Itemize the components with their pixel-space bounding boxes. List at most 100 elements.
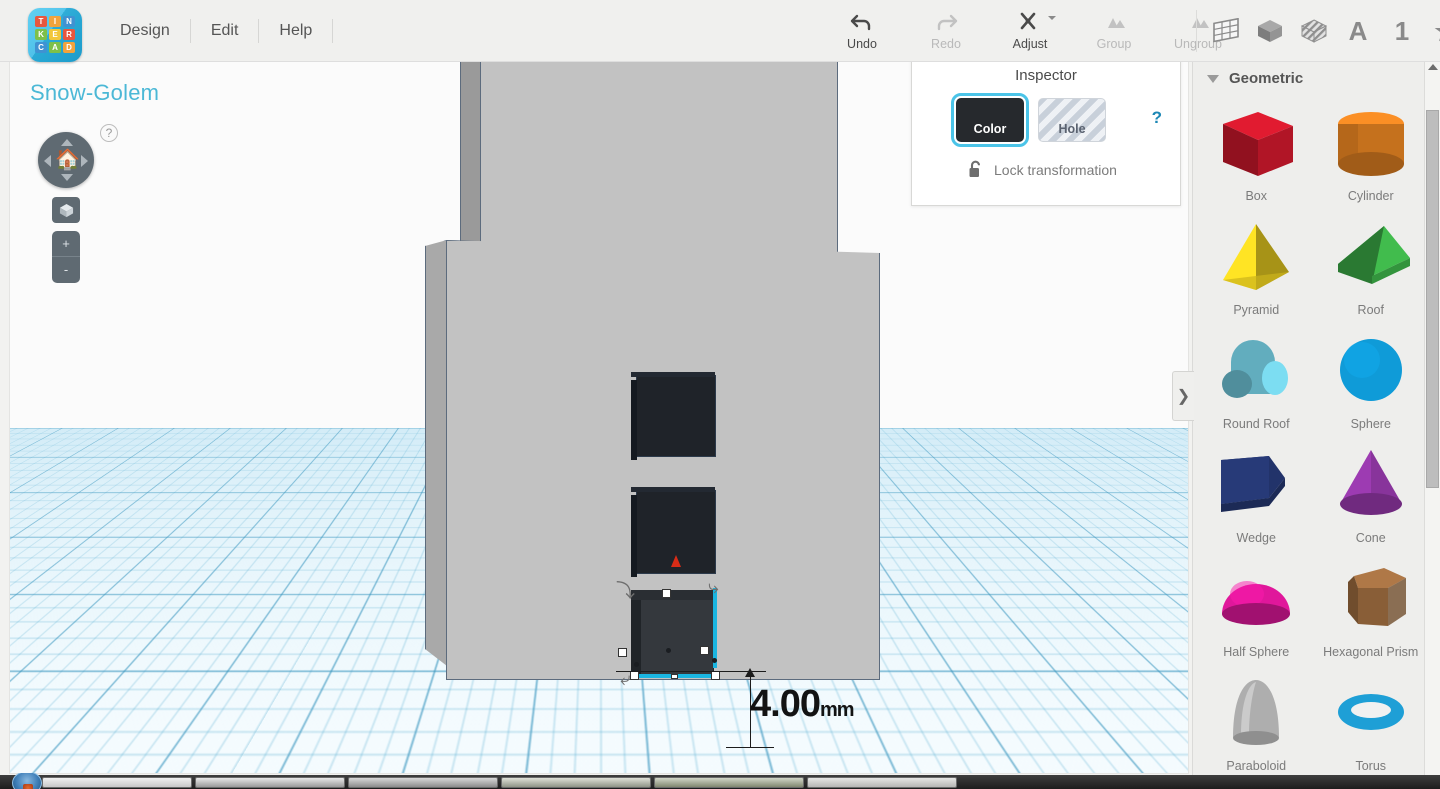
- scale-handle-left[interactable]: [618, 648, 627, 657]
- dark-box-middle-side: [631, 495, 637, 577]
- shape-item-cone[interactable]: Cone: [1314, 437, 1429, 545]
- scale-handle-bottom-left[interactable]: [630, 671, 639, 680]
- logo-letter-a-7: A: [49, 42, 61, 53]
- round-roof-art: [1199, 329, 1314, 415]
- view-navigation-disc[interactable]: 🏠: [38, 132, 94, 188]
- shape-item-cylinder[interactable]: Cylinder: [1314, 95, 1429, 203]
- shapes-scrollbar[interactable]: [1424, 58, 1440, 789]
- adjust-button[interactable]: Adjust: [988, 6, 1072, 51]
- color-swatch-label: Color: [974, 122, 1007, 136]
- scale-handle-bottom-right[interactable]: [711, 671, 720, 680]
- hole-swatch-label: Hole: [1058, 122, 1085, 136]
- selected-dark-box[interactable]: [640, 598, 714, 676]
- redo-icon-wrap: [904, 10, 988, 34]
- solid-cube-icon[interactable]: [1251, 12, 1289, 50]
- favorites-star-icon[interactable]: ★: [1427, 12, 1440, 50]
- shape-item-roof[interactable]: Roof: [1314, 209, 1429, 317]
- dimension-unit: mm: [820, 699, 854, 721]
- dark-box-middle[interactable]: [636, 490, 716, 574]
- collapse-triangle-icon[interactable]: [1207, 75, 1219, 83]
- shape-item-pyramid[interactable]: Pyramid: [1199, 209, 1314, 317]
- move-dot-left[interactable]: [634, 662, 639, 667]
- menu-item-help[interactable]: Help: [259, 19, 333, 43]
- cylinder-art: [1314, 101, 1429, 187]
- dark-box-upper[interactable]: [636, 375, 716, 457]
- scale-handle-center[interactable]: [700, 646, 709, 655]
- logo-letter-i-1: I: [49, 16, 61, 27]
- fit-view-button[interactable]: [52, 197, 80, 223]
- shape-item-sphere[interactable]: Sphere: [1314, 323, 1429, 431]
- taskbar-window-5[interactable]: [654, 777, 804, 788]
- zoom-out-button[interactable]: -: [52, 257, 80, 283]
- rotate-arrow-bottom-left[interactable]: ⤶: [620, 670, 631, 689]
- menu-item-edit[interactable]: Edit: [191, 19, 260, 43]
- cylinder-icon: [1326, 104, 1416, 184]
- scrollbar-thumb[interactable]: [1426, 110, 1439, 488]
- lock-transformation-row[interactable]: Lock transformation: [912, 142, 1180, 179]
- zoom-in-button[interactable]: +: [52, 231, 80, 257]
- navigation-help-button[interactable]: ?: [100, 124, 118, 142]
- undo-icon: [849, 11, 875, 33]
- zoom-controls[interactable]: + -: [52, 231, 80, 283]
- redo-icon: [933, 11, 959, 33]
- group-button: Group: [1072, 6, 1156, 51]
- edit-grid-button[interactable]: Edit grid: [1108, 764, 1155, 773]
- undo-label: Undo: [820, 37, 904, 51]
- dimension-label[interactable]: 4.00mm: [750, 683, 854, 726]
- home-view-icon[interactable]: 🏠: [55, 149, 77, 171]
- shape-item-hexagonal-prism[interactable]: Hexagonal Prism: [1314, 551, 1429, 659]
- shape-label-round-roof: Round Roof: [1199, 417, 1314, 431]
- nav-right-arrow-icon[interactable]: [81, 155, 88, 167]
- lock-transformation-label: Lock transformation: [994, 162, 1117, 178]
- nav-up-arrow-icon[interactable]: [61, 139, 73, 146]
- shape-label-wedge: Wedge: [1199, 531, 1314, 545]
- menu-item-design[interactable]: Design: [100, 19, 191, 43]
- fit-view-cube-icon: [59, 203, 74, 218]
- tinkercad-logo[interactable]: TIN KER CAD: [28, 8, 82, 62]
- number-icon[interactable]: 1: [1383, 12, 1421, 50]
- selected-object-gizmo[interactable]: ⤵ ⤷ ⤶: [622, 580, 762, 700]
- nav-left-arrow-icon[interactable]: [44, 155, 51, 167]
- dark-box-upper-side: [631, 380, 637, 460]
- taskbar-window-2[interactable]: [195, 777, 345, 788]
- move-dot-center[interactable]: [666, 648, 671, 653]
- scale-handle-bottom-mid[interactable]: [671, 674, 678, 679]
- shape-item-paraboloid[interactable]: Paraboloid: [1199, 665, 1314, 773]
- shape-label-hexagonal-prism: Hexagonal Prism: [1314, 645, 1429, 659]
- shapes-panel-collapse-handle[interactable]: ❯: [1172, 371, 1194, 421]
- group-icon-wrap: [1072, 10, 1156, 34]
- start-button[interactable]: [12, 771, 42, 789]
- taskbar-window-4[interactable]: [501, 777, 651, 788]
- color-swatch-button[interactable]: Color: [956, 98, 1024, 142]
- text-icon[interactable]: A: [1339, 12, 1377, 50]
- hole-swatch-button[interactable]: Hole: [1038, 98, 1106, 142]
- nav-down-arrow-icon[interactable]: [61, 174, 73, 181]
- undo-button[interactable]: Undo: [820, 6, 904, 51]
- sphere-icon: [1326, 332, 1416, 412]
- torus-icon: [1326, 674, 1416, 754]
- shapes-category-header[interactable]: Geometric: [1193, 58, 1440, 87]
- paraboloid-icon: [1211, 674, 1301, 754]
- scroll-up-arrow-icon[interactable]: [1428, 64, 1438, 70]
- rotate-arrow-top-left[interactable]: ⤵: [616, 582, 635, 601]
- shape-item-box[interactable]: Box: [1199, 95, 1314, 203]
- scale-handle-top[interactable]: [662, 589, 671, 598]
- rotate-arrow-top-right[interactable]: ⤷: [708, 578, 719, 597]
- hole-cube-icon[interactable]: [1295, 12, 1333, 50]
- taskbar-window-3[interactable]: [348, 777, 498, 788]
- taskbar-window-1[interactable]: [42, 777, 192, 788]
- shape-item-round-roof[interactable]: Round Roof: [1199, 323, 1314, 431]
- workplane-icon[interactable]: [1207, 12, 1245, 50]
- shape-label-sphere: Sphere: [1314, 417, 1429, 431]
- hole-cube-icon-art: [1300, 17, 1328, 45]
- move-dot-right[interactable]: [712, 658, 717, 663]
- adjust-dropdown-caret-icon[interactable]: [1048, 16, 1056, 20]
- inspector-help-button[interactable]: ?: [1152, 108, 1162, 128]
- taskbar-window-6[interactable]: [807, 777, 957, 788]
- workplane-icon-art: [1211, 18, 1241, 44]
- shape-item-half-sphere[interactable]: Half Sphere: [1199, 551, 1314, 659]
- base-box-side[interactable]: [425, 240, 447, 666]
- shape-item-torus[interactable]: Torus: [1314, 665, 1429, 773]
- shape-item-wedge[interactable]: Wedge: [1199, 437, 1314, 545]
- inspector-panel: Inspector Color Hole ? Lock transformati…: [911, 58, 1181, 206]
